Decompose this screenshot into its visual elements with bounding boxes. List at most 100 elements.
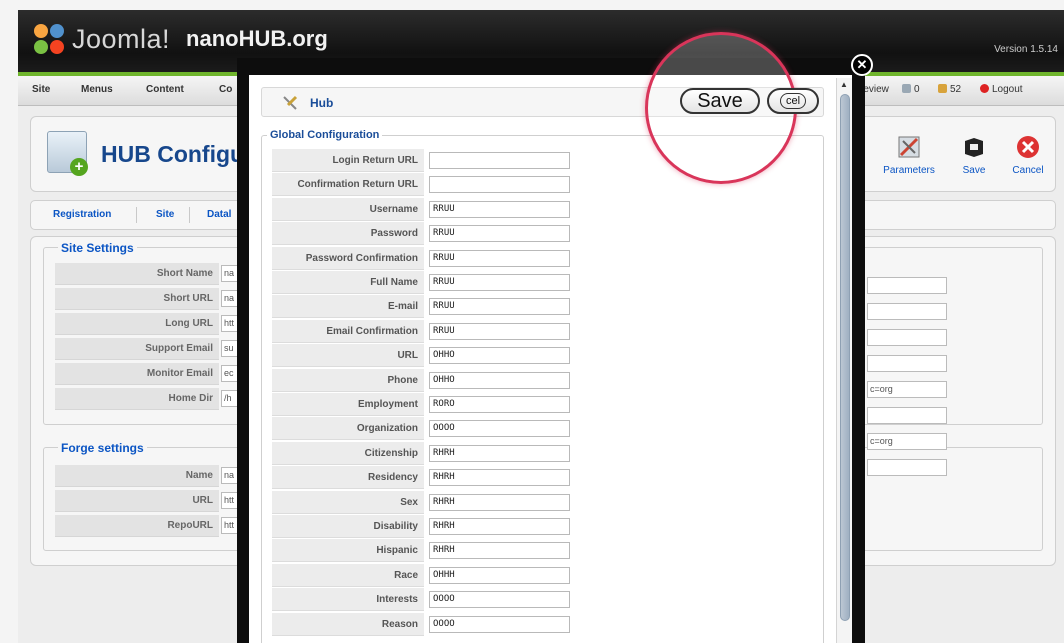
password-confirmation-input[interactable]: RRUU <box>429 250 570 267</box>
field-label: Reason <box>272 613 424 636</box>
site-settings-legend: Site Settings <box>58 241 137 255</box>
scroll-thumb[interactable] <box>840 94 850 621</box>
menu-menus[interactable]: Menus <box>81 84 113 95</box>
toolbar-cancel-button[interactable]: Cancel <box>993 135 1063 176</box>
setting-label: Short URL <box>55 288 219 310</box>
form-row: Interests OOOO <box>272 588 652 611</box>
phone-input[interactable]: OHHO <box>429 372 570 389</box>
username-input[interactable]: RRUU <box>429 201 570 218</box>
hub-tools-icon <box>283 95 298 110</box>
field-label: Disability <box>272 515 424 538</box>
modal-title: Hub <box>310 96 334 110</box>
cancel-button[interactable]: cel <box>767 88 819 114</box>
field-label: Email Confirmation <box>272 320 424 343</box>
form-row: Race OHHH <box>272 564 652 587</box>
setting-label: Support Email <box>55 338 219 360</box>
race-input[interactable]: OHHH <box>429 567 570 584</box>
disability-input[interactable]: RHRH <box>429 518 570 535</box>
citizenship-input[interactable]: RHRH <box>429 445 570 462</box>
users-icon <box>902 84 911 93</box>
visitors-status[interactable]: 0 <box>902 84 920 95</box>
right-input[interactable] <box>867 355 947 372</box>
form-row: Password Confirmation RRUU <box>272 247 652 270</box>
sex-input[interactable]: RHRH <box>429 494 570 511</box>
save-icon <box>965 138 983 157</box>
login-return-url-input[interactable] <box>429 152 570 169</box>
full-name-input[interactable]: RRUU <box>429 274 570 291</box>
field-label: Login Return URL <box>272 149 424 172</box>
field-label: E-mail <box>272 295 424 318</box>
form-row: Employment RORO <box>272 393 652 416</box>
setting-label: Long URL <box>55 313 219 335</box>
parameters-button[interactable]: Parameters <box>874 135 944 176</box>
scroll-up-arrow-icon[interactable]: ▲ <box>840 80 848 89</box>
logout-icon <box>980 84 989 93</box>
menu-content[interactable]: Content <box>146 84 184 95</box>
cancel-icon <box>1017 136 1039 158</box>
form-row: Sex RHRH <box>272 491 652 514</box>
right-input[interactable] <box>867 329 947 346</box>
menu-site[interactable]: Site <box>32 84 50 95</box>
field-label: Organization <box>272 417 424 440</box>
url-input[interactable]: OHHO <box>429 347 570 364</box>
tab-registration[interactable]: Registration <box>53 209 111 220</box>
messages-status[interactable]: 52 <box>938 84 961 95</box>
form-row: Password RRUU <box>272 222 652 245</box>
form-row: Email Confirmation RRUU <box>272 320 652 343</box>
form-row: Full Name RRUU <box>272 271 652 294</box>
right-input[interactable]: c=org <box>867 381 947 398</box>
version-label: Version 1.5.14 <box>994 44 1058 55</box>
right-input[interactable] <box>867 459 947 476</box>
close-icon[interactable]: ✕ <box>851 54 873 76</box>
form-row: Organization OOOO <box>272 417 652 440</box>
tab-site[interactable]: Site <box>156 209 174 220</box>
plus-icon: + <box>70 158 88 176</box>
form-row: Disability RHRH <box>272 515 652 538</box>
setting-label: Home Dir <box>55 388 219 410</box>
save-button[interactable]: Save <box>680 88 760 114</box>
messages-icon <box>938 84 947 93</box>
logout-label: Logout <box>992 84 1023 95</box>
form-row: Phone OHHO <box>272 369 652 392</box>
forge-settings-legend: Forge settings <box>58 441 147 455</box>
field-label: Username <box>272 198 424 221</box>
tab-database[interactable]: Datal <box>207 209 231 220</box>
organization-input[interactable]: OOOO <box>429 420 570 437</box>
field-label: Confirmation Return URL <box>272 173 424 196</box>
hub-config-icon: + <box>47 131 88 176</box>
field-label: Password <box>272 222 424 245</box>
field-label: Citizenship <box>272 442 424 465</box>
form-row: Reason OOOO <box>272 613 652 636</box>
field-label: Interests <box>272 588 424 611</box>
menu-components[interactable]: Co <box>219 84 232 95</box>
interests-input[interactable]: OOOO <box>429 591 570 608</box>
right-input[interactable]: c=org <box>867 433 947 450</box>
email-input[interactable]: RRUU <box>429 298 570 315</box>
logout-link[interactable]: Logout <box>980 84 1023 95</box>
visitors-count: 0 <box>914 84 920 95</box>
reason-input[interactable]: OOOO <box>429 616 570 633</box>
right-input[interactable] <box>867 407 947 424</box>
form-row: Hispanic RHRH <box>272 539 652 562</box>
field-label: Race <box>272 564 424 587</box>
setting-label: RepoURL <box>55 515 219 537</box>
confirmation-return-url-input[interactable] <box>429 176 570 193</box>
hispanic-input[interactable]: RHRH <box>429 542 570 559</box>
parameters-icon <box>898 136 920 158</box>
form-row: Residency RHRH <box>272 466 652 489</box>
field-label: Employment <box>272 393 424 416</box>
setting-label: Monitor Email <box>55 363 219 385</box>
field-label: Sex <box>272 491 424 514</box>
tab-divider <box>136 207 137 223</box>
modal-scrollbar[interactable]: ▲ <box>836 78 852 643</box>
employment-input[interactable]: RORO <box>429 396 570 413</box>
global-configuration-legend: Global Configuration <box>267 129 383 141</box>
parameters-label: Parameters <box>883 165 935 176</box>
toolbar-save-label: Save <box>962 165 986 176</box>
password-input[interactable]: RRUU <box>429 225 570 242</box>
residency-input[interactable]: RHRH <box>429 469 570 486</box>
form-row: Username RRUU <box>272 198 652 221</box>
right-input[interactable] <box>867 303 947 320</box>
right-input[interactable] <box>867 277 947 294</box>
email-confirmation-input[interactable]: RRUU <box>429 323 570 340</box>
